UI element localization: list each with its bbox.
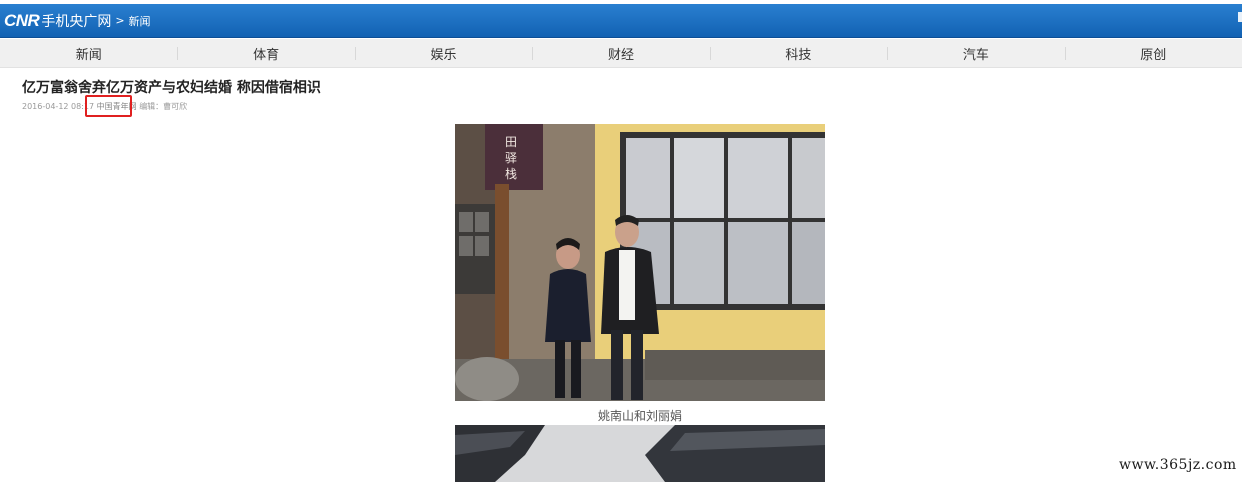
nav-item-auto[interactable]: 汽车 xyxy=(887,39,1064,67)
category-nav: 新闻 体育 娱乐 财经 科技 汽车 原创 xyxy=(0,39,1242,68)
cnr-logo[interactable]: CNR xyxy=(4,11,40,31)
nav-item-news[interactable]: 新闻 xyxy=(0,39,177,67)
nav-item-entertainment[interactable]: 娱乐 xyxy=(354,39,532,67)
photo-caption: 姚南山和刘丽娟 xyxy=(597,409,682,423)
svg-text:驿: 驿 xyxy=(505,151,517,165)
photo-couple-illustration: 田 驿 栈 xyxy=(455,124,825,401)
article-editor: 编辑：曹可欣 xyxy=(139,102,188,111)
photo-rooftops-illustration xyxy=(455,425,825,482)
publish-date: 2016-04-12 08:17 xyxy=(22,102,95,111)
nav-item-tech[interactable]: 科技 xyxy=(709,39,887,67)
top-header-bar: CNR 手机央广网 > 新闻 xyxy=(0,4,1242,38)
nav-item-sports[interactable]: 体育 xyxy=(177,39,354,67)
sign-text: 田 xyxy=(505,135,517,149)
watermark: www.365jz.com xyxy=(1119,457,1237,473)
breadcrumb-news[interactable]: 新闻 xyxy=(129,13,151,29)
article-photo-second xyxy=(455,425,825,482)
site-name[interactable]: 手机央广网 xyxy=(41,11,111,31)
nav-item-finance[interactable]: 财经 xyxy=(532,39,709,67)
breadcrumb-separator: > xyxy=(115,14,125,27)
source-highlight-annotation xyxy=(85,95,132,117)
article-title: 亿万富翁舍弃亿万资产与农妇结婚 称因借宿相识 xyxy=(22,80,321,96)
svg-text:栈: 栈 xyxy=(505,166,517,181)
header-edge-marker xyxy=(1238,12,1242,22)
article-photo-couple: 田 驿 栈 xyxy=(455,124,825,401)
article-meta: 2016-04-12 08:17 中国青年网 编辑：曹可欣 xyxy=(22,95,188,117)
nav-item-original[interactable]: 原创 xyxy=(1064,39,1242,67)
